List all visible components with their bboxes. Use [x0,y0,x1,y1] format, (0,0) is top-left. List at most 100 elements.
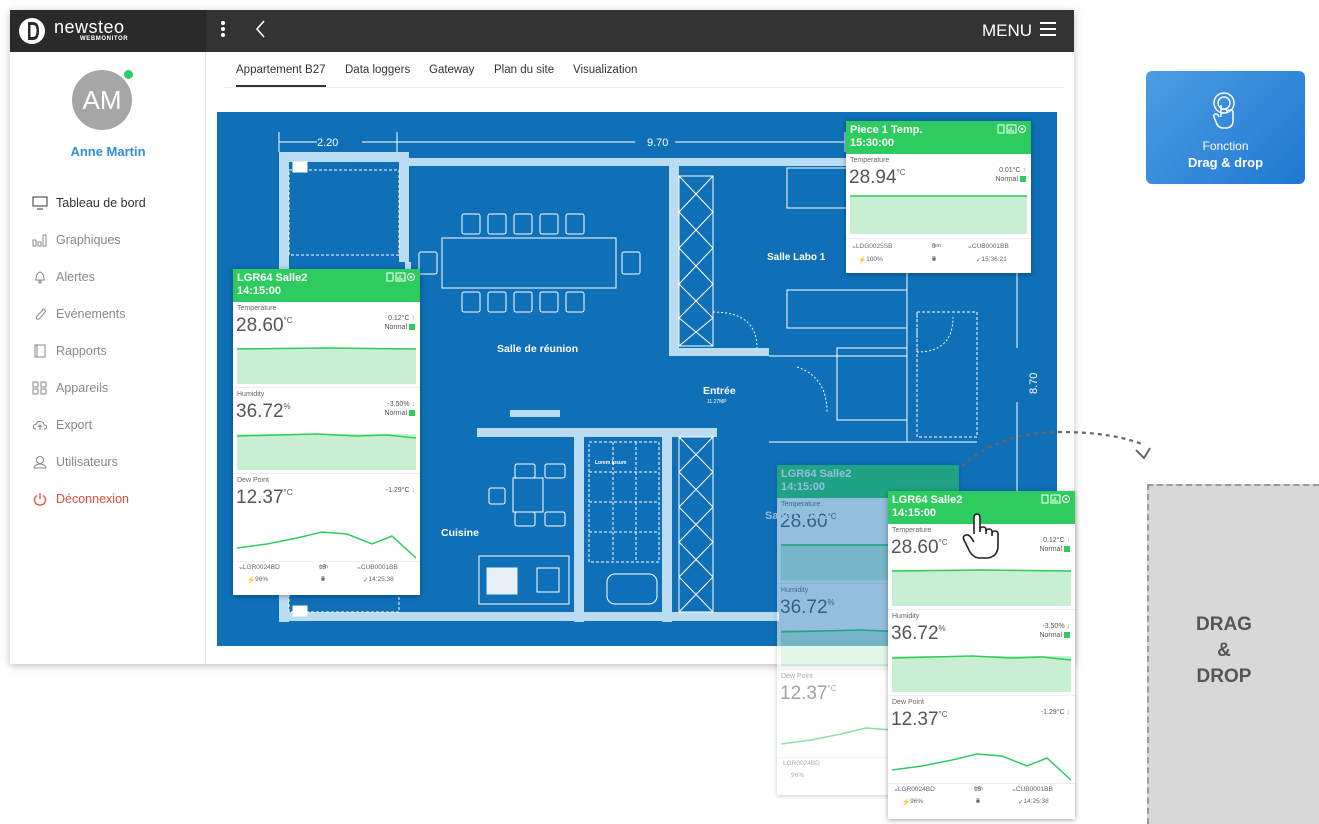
measure-label: Dew Point [892,699,924,706]
badge-line2: Drag & drop [1187,155,1264,170]
sidebar-item-evenements[interactable]: Evénements [10,297,206,334]
sidebar-item-utilisateurs[interactable]: Utilisateurs [10,445,206,482]
signal-level: 7 ■ [976,798,980,805]
touch-hand-icon [1213,92,1235,129]
drag-drop-feature-badge: Fonction Drag & drop [1146,71,1305,184]
room-label-salle-labo1: Salle Labo 1 [767,252,826,263]
sidebar-item-tableau-de-bord[interactable]: Tableau de bord [10,186,206,223]
cloud-upload-icon [32,420,48,430]
kebab-menu-icon[interactable] [220,19,230,43]
hamburger-icon[interactable] [1040,22,1056,36]
sidebar-item-label: Alertes [56,270,95,284]
logger-id: ⌁ LGR0024BD [239,564,280,572]
measure-label: Dew Point [781,673,813,680]
interval: 15 min [974,786,983,793]
sidebar-item-deconnexion[interactable]: Déconnexion [10,482,206,519]
measure-label: Temperature [892,527,932,534]
gateway-id: ⌁ CUB0001BB [357,564,398,572]
logger-id: ⌁ LGR0024BD [894,786,935,794]
sidebar-item-alertes[interactable]: Alertes [10,260,206,297]
tab-data-loggers[interactable]: Data loggers [345,64,410,76]
widget-toolbar-icons[interactable] [386,272,416,285]
tab-visualization[interactable]: Visualization [573,64,637,76]
sparkline-chart [892,569,1071,606]
badge-line1: Fonction [1202,139,1249,153]
interval: 5 min [932,243,941,250]
room-label-entree-sub: 11.27MP [707,399,727,405]
widget-footer: ⌁ LGR0024BD 15 min ⌁ CUB0001BB ⚡ 96% 7 ■ … [888,784,1075,814]
sidebar-item-label: Export [56,418,93,432]
widget-footer: ⌁ LDG0025SB 5 min ⌁ CUB0001BB ⚡ 100% 7 ■ … [846,239,1031,269]
sidebar-item-appareils[interactable]: Appareils [10,371,206,408]
last-update: ✓ 15:36:21 [976,256,1007,264]
widget-temperature-section: Temperature 28.94°C 0.01°C ↑ Normal [846,154,1031,239]
avatar[interactable]: AM [72,70,132,130]
online-status-dot [124,70,133,79]
widget-header[interactable]: LGR64 Salle2 14:15:00 [233,269,420,302]
sidebar-item-label: Utilisateurs [56,455,118,469]
sidebar-item-label: Evénements [56,307,126,321]
tab-gateway[interactable]: Gateway [429,64,474,76]
user-name[interactable]: Anne Martin [10,144,206,159]
top-bar: newsteo WEBMONITOR MENU [10,10,1074,52]
widget-time: 14:15:00 [237,285,282,297]
widget-toolbar-icons[interactable] [997,124,1027,137]
sidebar-item-label: Appareils [56,381,109,395]
room-label-reunion: Salle de réunion [497,343,578,355]
measure-delta: -3.50% ↓ Normal [1039,623,1070,639]
tab-plan-du-site[interactable]: Plan du site [494,64,554,76]
battery-level: ⚡ 100% [858,256,883,264]
sidebar-item-label: Tableau de bord [56,196,146,210]
measure-delta: -1.29°C ↓ [385,487,415,494]
widget-dewpoint-section: Dew Point 12.37°C -1.29°C ↓ [888,696,1075,784]
sensor-widget-piece1[interactable]: Piece 1 Temp. 15:30:00 Temperature 28.94… [846,121,1031,273]
measure-value: 28.60°C [236,315,293,336]
menu-button[interactable]: MENU [982,21,1032,41]
sidebar-item-export[interactable]: Export [10,408,206,445]
tab-appartement-b27[interactable]: Appartement B27 [236,64,326,87]
drop-zone-label: DRAG & DROP [1196,614,1252,687]
power-icon [33,493,47,506]
last-update: ✓ 14:25:38 [1018,798,1049,806]
dim-top-left: 2.20 [317,137,338,149]
user-icon [33,456,47,469]
logger-id: ⌁ LDG0025SB [852,243,893,251]
widget-toolbar-icons[interactable] [1041,494,1071,507]
measure-delta: 0.12°C ↑ Normal [384,315,415,331]
sparkline-chart [237,347,416,384]
gateway-id: ⌁ CUB0001BB [1012,786,1053,794]
sidebar-item-graphiques[interactable]: Graphiques [10,223,206,260]
interval: 15 min [319,564,328,571]
bell-icon [35,271,45,284]
widget-dewpoint-section: Dew Point 12.37°C -1.29°C ↓ [233,474,420,562]
tab-bar: Appartement B27 Data loggers Gateway Pla… [224,52,1064,88]
widget-header[interactable]: Piece 1 Temp. 15:30:00 [846,121,1031,154]
measure-value: 36.72% [780,597,835,618]
battery-level: ⚡ 96% [902,798,924,806]
measure-value: 12.37°C [236,487,293,508]
battery-level: 96% [791,772,805,779]
drop-zone[interactable]: DRAG & DROP [1147,484,1319,824]
monitor-icon [32,196,48,210]
drag-arrow-icon [961,430,1151,467]
measure-delta: 0.12°C ↑ Normal [1039,537,1070,553]
widget-footer: ⌁ LGR0024BD 15 min ⌁ CUB0001BB ⚡ 96% 7 ■ … [233,562,420,592]
sidebar-item-label: Rapports [56,344,107,358]
hand-cursor-icon [962,513,999,559]
measure-label: Temperature [781,501,821,508]
room-label-entree: Entrée [703,385,736,397]
sparkline-chart [237,531,416,559]
measure-value: 36.72% [236,401,291,422]
sidebar-item-rapports[interactable]: Rapports [10,334,206,371]
measure-label: Temperature [237,305,277,312]
newsteo-logo-icon [19,18,45,44]
dim-right: 8.70 [1028,373,1040,394]
measure-label: Dew Point [237,477,269,484]
last-update: ✓ 14:25:38 [363,576,394,584]
widget-time: 15:30:00 [850,137,895,149]
sensor-widget-lgr64-salle2[interactable]: LGR64 Salle2 14:15:00 Temperature 28.60°… [233,269,420,595]
measure-label: Temperature [850,157,890,164]
battery-level: ⚡ 96% [247,576,269,584]
measure-value: 28.60°C [891,537,948,558]
back-chevron-icon[interactable] [254,18,266,46]
